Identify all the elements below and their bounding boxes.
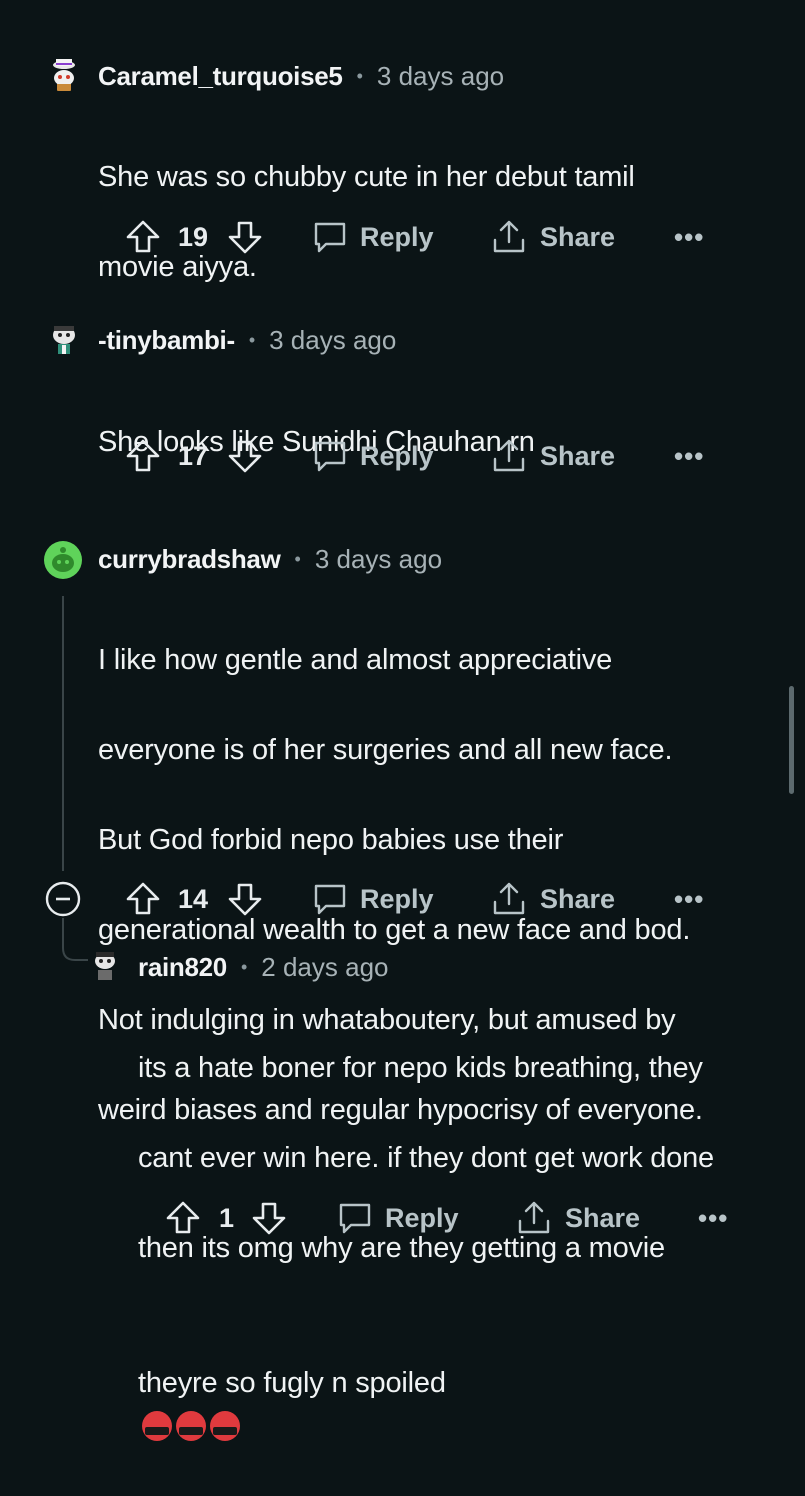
reply-connector-line: [62, 918, 88, 961]
speech-bubble-icon: [314, 884, 346, 915]
vote-count: 14: [178, 883, 209, 914]
timestamp: 3 days ago: [376, 60, 505, 91]
comment-line: cant ever win here. if they dont get wor…: [138, 1142, 714, 1174]
share-label: Share: [540, 883, 616, 914]
angry-face-emoji-icon: [142, 1411, 172, 1441]
avatar[interactable]: [44, 541, 82, 579]
share-button[interactable]: Share: [490, 214, 615, 260]
share-button[interactable]: Share: [490, 876, 615, 922]
vote-count: 19: [178, 221, 209, 252]
snoo-avatar-icon: [53, 59, 75, 91]
downvote-arrow-icon: [228, 221, 262, 254]
username[interactable]: -tinybambi-: [98, 325, 235, 356]
more-options-icon: •••: [698, 1202, 729, 1233]
collapse-thread-button[interactable]: [44, 876, 82, 922]
upvote-button[interactable]: [124, 214, 162, 260]
upvote-button[interactable]: [124, 433, 162, 479]
reply-button[interactable]: Reply: [312, 214, 434, 260]
downvote-button[interactable]: [226, 876, 264, 922]
collapse-minus-icon: [45, 881, 81, 917]
vote-count: 17: [178, 440, 209, 471]
reply-label: Reply: [360, 883, 434, 914]
comment-actions: 1 Reply Share •••: [0, 1195, 805, 1241]
speech-bubble-icon: [339, 1203, 371, 1234]
comment-actions: 14 Reply Share •••: [0, 876, 805, 922]
downvote-button[interactable]: [226, 433, 264, 479]
share-icon: [518, 1201, 550, 1234]
downvote-arrow-icon: [228, 440, 262, 473]
upvote-arrow-icon: [126, 220, 160, 253]
downvote-button[interactable]: [226, 214, 264, 260]
avatar[interactable]: [46, 56, 82, 92]
comment-body: its a hate boner for nepo kids breathing…: [138, 1001, 788, 1496]
avatar[interactable]: [46, 320, 82, 356]
more-options-button[interactable]: •••: [674, 433, 704, 479]
comment-line-text: theyre so fugly n spoiled: [138, 1367, 446, 1399]
reply-label: Reply: [360, 221, 434, 252]
share-icon: [493, 439, 525, 472]
comment-line: She was so chubby cute in her debut tami…: [98, 161, 635, 193]
thread-line[interactable]: [62, 596, 64, 871]
more-options-icon: •••: [674, 221, 705, 252]
upvote-arrow-icon: [126, 439, 160, 472]
upvote-arrow-icon: [126, 882, 160, 915]
reply-button[interactable]: Reply: [312, 433, 434, 479]
share-label: Share: [540, 440, 616, 471]
comment-line: its a hate boner for nepo kids breathing…: [138, 1052, 703, 1084]
timestamp: 2 days ago: [261, 951, 389, 982]
avatar[interactable]: [88, 948, 122, 982]
more-options-button[interactable]: •••: [674, 876, 704, 922]
upvote-arrow-icon: [166, 1201, 200, 1234]
snoo-avatar-icon: [95, 952, 115, 980]
more-options-icon: •••: [674, 440, 705, 471]
separator-dot: •: [248, 329, 256, 350]
comment-actions: 17 Reply Share •••: [0, 433, 805, 479]
timestamp: 3 days ago: [314, 543, 443, 574]
share-icon: [493, 220, 525, 253]
downvote-button[interactable]: [250, 1195, 288, 1241]
downvote-arrow-icon: [252, 1202, 286, 1235]
share-button[interactable]: Share: [490, 433, 615, 479]
share-icon: [493, 882, 525, 915]
snoo-avatar-icon: [52, 547, 74, 572]
speech-bubble-icon: [314, 222, 346, 253]
snoo-avatar-icon: [53, 326, 75, 354]
reply-button[interactable]: Reply: [337, 1195, 459, 1241]
comment-line: theyre so fugly n spoiled: [138, 1316, 788, 1451]
comment-line: I like how gentle and almost appreciativ…: [98, 644, 613, 676]
more-options-button[interactable]: •••: [674, 214, 704, 260]
reply-button[interactable]: Reply: [312, 876, 434, 922]
speech-bubble-icon: [314, 441, 346, 472]
upvote-button[interactable]: [164, 1195, 202, 1241]
downvote-arrow-icon: [228, 883, 262, 916]
angry-face-emoji-icon: [210, 1411, 240, 1441]
more-options-icon: •••: [674, 883, 705, 914]
share-label: Share: [565, 1202, 641, 1233]
share-label: Share: [540, 221, 616, 252]
comment-line: But God forbid nepo babies use their: [98, 824, 564, 856]
scrollbar[interactable]: [789, 686, 794, 794]
angry-face-emoji-icon: [176, 1411, 206, 1441]
separator-dot: •: [240, 956, 248, 977]
separator-dot: •: [294, 548, 301, 569]
username[interactable]: Caramel_turquoise5: [98, 61, 343, 92]
timestamp: 3 days ago: [269, 324, 397, 355]
upvote-button[interactable]: [124, 876, 162, 922]
comment-line: everyone is of her surgeries and all new…: [98, 734, 673, 766]
reply-label: Reply: [385, 1202, 459, 1233]
comment-actions: 19 Reply Share •••: [0, 214, 805, 260]
username[interactable]: currybradshaw: [98, 544, 281, 575]
reply-label: Reply: [360, 440, 434, 471]
separator-dot: •: [356, 65, 363, 86]
vote-count: 1: [219, 1202, 235, 1233]
username[interactable]: rain820: [138, 952, 227, 983]
more-options-button[interactable]: •••: [698, 1195, 728, 1241]
share-button[interactable]: Share: [515, 1195, 640, 1241]
